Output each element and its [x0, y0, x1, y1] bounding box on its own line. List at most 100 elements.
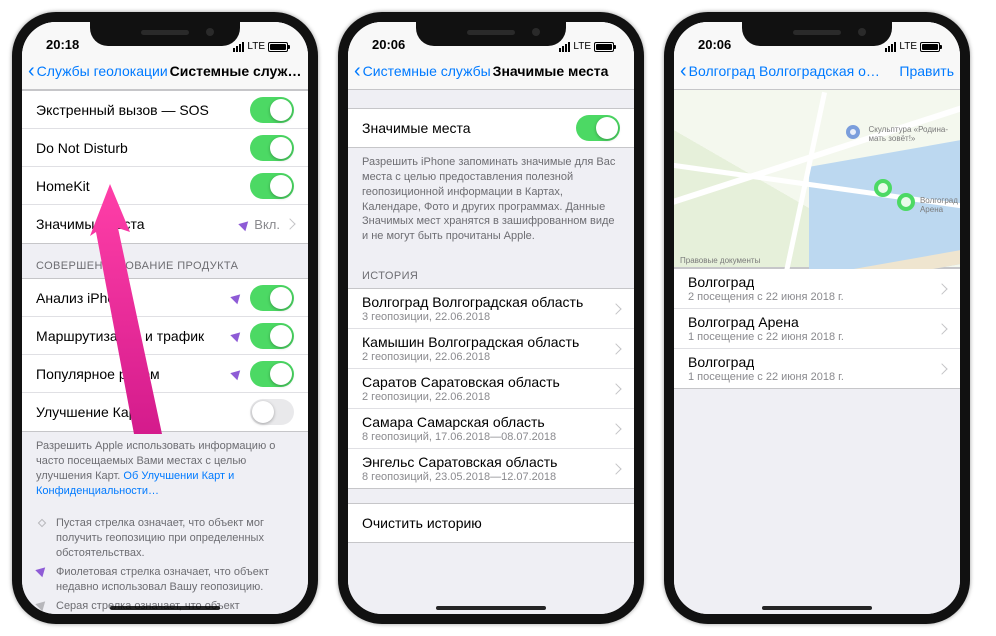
row-sos[interactable]: Экстренный вызов — SOS — [22, 91, 308, 129]
toggle[interactable] — [576, 115, 620, 141]
map[interactable]: Скульптура «Родина-мать зовёт!» Волгогра… — [674, 90, 960, 268]
chevron-right-icon — [284, 218, 295, 229]
chevron-right-icon — [610, 423, 621, 434]
toggle[interactable] — [250, 173, 294, 199]
chevron-left-icon: ‹ — [354, 61, 361, 81]
chevron-left-icon: ‹ — [28, 61, 35, 81]
back-label: Волгоград Волгоградская о… — [689, 63, 880, 79]
place-name: Волгоград Волгоградская область — [362, 294, 583, 310]
page-title: Значимые места — [491, 63, 628, 79]
row-significant-locations[interactable]: Значимые места Вкл. — [22, 205, 308, 243]
row-label: HomeKit — [36, 178, 250, 194]
phone-3: 20:06 LTE ‹ Волгоград Волгоградская о… П… — [664, 12, 970, 624]
signal-icon — [233, 42, 244, 52]
row-label: Маршрутизация и трафик — [36, 328, 232, 344]
status-right: LTE — [233, 41, 288, 52]
place-name: Волгоград Арена — [688, 314, 799, 330]
network-label: LTE — [899, 41, 917, 52]
chevron-right-icon — [610, 303, 621, 314]
clear-history-button[interactable]: Очистить историю — [348, 504, 634, 542]
location-arrow-icon — [230, 291, 243, 304]
home-indicator[interactable] — [436, 606, 546, 610]
place-sub: 1 посещение с 22 июня 2018 г. — [688, 371, 844, 383]
row-iphone-analytics[interactable]: Анализ iPhone — [22, 279, 308, 317]
place-sub: 8 геопозиций, 17.06.2018—08.07.2018 — [362, 431, 556, 443]
row-routing-traffic[interactable]: Маршрутизация и трафик — [22, 317, 308, 355]
back-label: Службы геолокации — [37, 63, 168, 79]
chevron-right-icon — [610, 343, 621, 354]
legend-text: Пустая стрелка означает, что объект мог … — [56, 516, 294, 561]
network-label: LTE — [247, 41, 265, 52]
chevron-right-icon — [610, 463, 621, 474]
back-label: Системные службы — [363, 63, 491, 79]
battery-icon — [268, 42, 288, 52]
map-pin[interactable] — [874, 179, 892, 197]
place-row[interactable]: Волгоград Арена 1 посещение с 22 июня 20… — [674, 309, 960, 349]
history-header: ИСТОРИЯ — [348, 254, 634, 288]
row-dnd[interactable]: Do Not Disturb — [22, 129, 308, 167]
location-arrow-icon — [239, 217, 252, 230]
chevron-left-icon: ‹ — [680, 61, 687, 81]
chevron-right-icon — [936, 283, 947, 294]
back-button[interactable]: ‹ Системные службы — [354, 61, 491, 81]
toggle[interactable] — [250, 285, 294, 311]
toggle[interactable] — [250, 323, 294, 349]
toggle[interactable] — [250, 399, 294, 425]
place-row[interactable]: Волгоград 2 посещения с 22 июня 2018 г. — [674, 269, 960, 309]
place-name: Самара Самарская область — [362, 414, 545, 430]
outline-arrow-icon — [38, 519, 46, 527]
back-button[interactable]: ‹ Волгоград Волгоградская о… — [680, 61, 880, 81]
network-label: LTE — [573, 41, 591, 52]
place-sub: 2 геопозиции, 22.06.2018 — [362, 391, 490, 403]
chevron-right-icon — [610, 383, 621, 394]
nav-bar: ‹ Службы геолокации Системные службы — [22, 52, 308, 90]
place-sub: 1 посещение с 22 июня 2018 г. — [688, 331, 844, 343]
toggle[interactable] — [250, 135, 294, 161]
place-row[interactable]: Волгоград 1 посещение с 22 июня 2018 г. — [674, 349, 960, 388]
place-name: Энгельс Саратовская область — [362, 454, 557, 470]
home-indicator[interactable] — [110, 606, 220, 610]
back-button[interactable]: ‹ Службы геолокации — [28, 61, 168, 81]
status-right: LTE — [885, 41, 940, 52]
row-improve-maps[interactable]: Улучшение Карт — [22, 393, 308, 431]
notch — [742, 22, 892, 46]
location-arrow-icon — [230, 329, 243, 342]
page-title: Системные службы — [168, 63, 302, 79]
history-row[interactable]: Энгельс Саратовская область 8 геопозиций… — [348, 449, 634, 488]
chevron-right-icon — [936, 363, 947, 374]
row-homekit[interactable]: HomeKit — [22, 167, 308, 205]
notch — [90, 22, 240, 46]
row-label: Анализ iPhone — [36, 290, 232, 306]
history-row[interactable]: Самара Самарская область 8 геопозиций, 1… — [348, 409, 634, 449]
nav-bar: ‹ Системные службы Значимые места — [348, 52, 634, 90]
map-pin[interactable] — [897, 193, 915, 211]
place-sub: 8 геопозиций, 23.05.2018—12.07.2018 — [362, 471, 556, 483]
signal-icon — [559, 42, 570, 52]
place-sub: 2 посещения с 22 июня 2018 г. — [688, 291, 844, 303]
nav-bar: ‹ Волгоград Волгоградская о… Править — [674, 52, 960, 90]
toggle[interactable] — [250, 97, 294, 123]
history-row[interactable]: Камышин Волгоградская область 2 геопозиц… — [348, 329, 634, 369]
row-label: Значимые места — [36, 216, 240, 232]
status-right: LTE — [559, 41, 614, 52]
map-pin[interactable] — [846, 125, 860, 139]
map-attribution[interactable]: Правовые документы — [680, 256, 760, 265]
home-indicator[interactable] — [762, 606, 872, 610]
row-significant-locations-toggle[interactable]: Значимые места — [348, 109, 634, 147]
place-name: Саратов Саратовская область — [362, 374, 560, 390]
location-arrow-icon — [35, 564, 48, 577]
phone-2: 20:06 LTE ‹ Системные службы Значимые ме… — [338, 12, 644, 624]
legend-text: Фиолетовая стрелка означает, что объект … — [56, 565, 294, 595]
edit-button[interactable]: Править — [895, 63, 954, 79]
battery-icon — [594, 42, 614, 52]
location-arrow-icon — [230, 367, 243, 380]
toggle[interactable] — [250, 361, 294, 387]
row-popular-nearby[interactable]: Популярное рядом — [22, 355, 308, 393]
phone-1: 20:18 LTE ‹ Службы геолокации Системные … — [12, 12, 318, 624]
map-poi-label: Скульптура «Родина-мать зовёт!» — [868, 125, 960, 143]
history-row[interactable]: Саратов Саратовская область 2 геопозиции… — [348, 369, 634, 409]
place-sub: 2 геопозиции, 22.06.2018 — [362, 351, 490, 363]
history-row[interactable]: Волгоград Волгоградская область 3 геопоз… — [348, 289, 634, 329]
row-label: Do Not Disturb — [36, 140, 250, 156]
footer-text: Разрешить Apple использовать информацию … — [22, 432, 308, 508]
